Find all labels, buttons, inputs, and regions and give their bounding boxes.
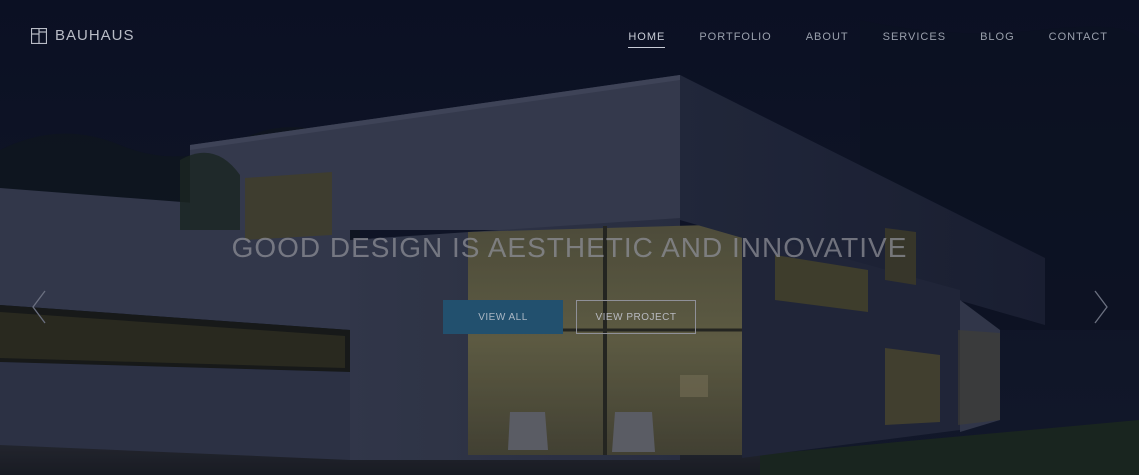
hero-buttons: VIEW ALL VIEW PROJECT: [443, 300, 696, 334]
nav-item-contact[interactable]: CONTACT: [1049, 31, 1108, 48]
site-header: BAUHAUS HOME PORTFOLIO ABOUT SERVICES BL…: [0, 0, 1139, 74]
chevron-right-icon[interactable]: [1092, 289, 1110, 325]
nav-item-home[interactable]: HOME: [628, 31, 666, 48]
main-nav: HOME PORTFOLIO ABOUT SERVICES BLOG CONTA…: [628, 31, 1108, 48]
brand-name: BAUHAUS: [55, 27, 135, 44]
chevron-left-icon[interactable]: [30, 289, 48, 325]
nav-item-about[interactable]: ABOUT: [806, 31, 849, 48]
nav-item-services[interactable]: SERVICES: [883, 31, 946, 48]
view-project-button[interactable]: VIEW PROJECT: [576, 300, 696, 334]
view-all-button[interactable]: VIEW ALL: [443, 300, 563, 334]
nav-item-portfolio[interactable]: PORTFOLIO: [699, 31, 771, 48]
nav-item-blog[interactable]: BLOG: [980, 31, 1015, 48]
brand-logo[interactable]: BAUHAUS: [31, 27, 135, 44]
bauhaus-logo-icon: [31, 27, 47, 44]
hero-headline: GOOD DESIGN IS AESTHETIC AND INNOVATIVE: [231, 232, 908, 263]
